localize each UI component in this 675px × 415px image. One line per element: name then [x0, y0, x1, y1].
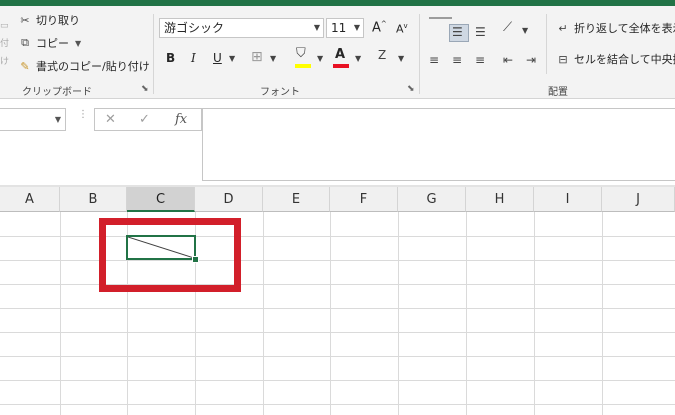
- grid-line: [60, 212, 61, 415]
- grid-line: [0, 332, 675, 333]
- paste-button-fragment[interactable]: ▭ 付け: [0, 17, 12, 67]
- merge-center-button[interactable]: ⊟ セルを結合して中央揃: [556, 51, 675, 67]
- group-divider: [419, 14, 420, 94]
- chevron-down-icon[interactable]: ▼: [75, 39, 81, 48]
- grip-icon[interactable]: ⋮: [78, 110, 88, 126]
- font-color-swatch: [333, 64, 349, 68]
- column-header-c[interactable]: C: [127, 187, 195, 212]
- orientation-icon[interactable]: ⟋: [503, 20, 512, 35]
- decrease-indent-icon[interactable]: ⇤: [503, 53, 513, 67]
- font-group-label: フォント: [260, 87, 300, 98]
- insert-function-icon[interactable]: fx: [175, 112, 187, 127]
- grid-line: [0, 380, 675, 381]
- cut-button[interactable]: ✂ 切り取り: [18, 12, 80, 28]
- font-color-button[interactable]: A: [335, 47, 345, 62]
- bold-button[interactable]: B: [166, 51, 175, 65]
- group-divider: [153, 14, 154, 94]
- copy-icon: ⧉: [21, 36, 29, 49]
- font-launcher-icon[interactable]: ⬊: [407, 84, 415, 94]
- grid-line: [534, 212, 535, 415]
- fill-color-button[interactable]: ⛉: [296, 46, 306, 61]
- grid-line: [0, 356, 675, 357]
- font-name-combo[interactable]: 游ゴシック ▼: [159, 18, 324, 38]
- chevron-down-icon[interactable]: ▼: [317, 54, 323, 63]
- copy-label: コピー: [36, 37, 69, 50]
- paste-icon: ▭: [0, 21, 9, 31]
- chevron-down-icon[interactable]: ▼: [522, 26, 528, 35]
- align-right-icon[interactable]: ≡: [475, 53, 485, 67]
- font-name-value: 游ゴシック: [164, 21, 225, 35]
- clipboard-group-label: クリップボード: [22, 87, 92, 98]
- clipboard-launcher-icon[interactable]: ⬊: [141, 84, 149, 94]
- increase-indent-icon[interactable]: ⇥: [526, 53, 536, 67]
- enter-icon[interactable]: ✓: [139, 112, 150, 127]
- phonetic-icon[interactable]: Z: [378, 48, 386, 62]
- column-header-d[interactable]: D: [195, 187, 263, 212]
- increase-font-size-button[interactable]: A^: [372, 20, 387, 35]
- chevron-down-icon[interactable]: ▼: [398, 54, 404, 63]
- font-size-combo[interactable]: 11 ▼: [326, 18, 364, 38]
- chevron-down-icon[interactable]: ▼: [354, 19, 360, 37]
- alignment-group-label: 配置: [548, 87, 568, 98]
- align-left-icon[interactable]: ≡: [429, 53, 439, 67]
- chevron-down-icon[interactable]: ▼: [229, 54, 235, 63]
- grid-line: [0, 404, 675, 405]
- grid-line: [602, 212, 603, 415]
- borders-icon[interactable]: ⊞: [251, 49, 263, 65]
- column-header-i[interactable]: I: [534, 187, 602, 212]
- ribbon: ▭ 付け ✂ 切り取り ⧉ コピー ▼ ✎ 書式のコピー/貼り付け クリップボー…: [0, 6, 675, 99]
- formula-input[interactable]: [202, 108, 675, 181]
- wrap-text-label: 折り返して全体を表示: [574, 22, 675, 35]
- name-box[interactable]: ▼: [0, 108, 66, 131]
- grid-line: [263, 212, 264, 415]
- decrease-font-icon: A: [396, 22, 404, 36]
- format-painter-label: 書式のコピー/貼り付け: [36, 60, 150, 73]
- cancel-icon[interactable]: ✕: [105, 112, 116, 127]
- chevron-down-icon[interactable]: ▼: [355, 54, 361, 63]
- highlight-box: [99, 218, 241, 292]
- grid-line: [330, 212, 331, 415]
- align-center-icon[interactable]: ≡: [452, 53, 462, 67]
- wrap-text-icon: ↵: [558, 21, 568, 35]
- column-header-g[interactable]: G: [398, 187, 466, 212]
- merge-center-label: セルを結合して中央揃: [574, 53, 675, 66]
- grid-line: [398, 212, 399, 415]
- chevron-down-icon[interactable]: ▼: [270, 54, 276, 63]
- column-header-e[interactable]: E: [263, 187, 330, 212]
- font-size-value: 11: [331, 21, 347, 35]
- format-painter-button[interactable]: ✎ 書式のコピー/貼り付け: [18, 58, 150, 74]
- column-header-a[interactable]: A: [0, 187, 60, 212]
- align-top-icon[interactable]: ⎺⎺: [429, 16, 452, 31]
- paint-bucket-icon: ⛉: [296, 46, 306, 61]
- formula-bar: ▼ ⋮ ✕ ✓ fx: [0, 99, 675, 185]
- copy-button[interactable]: ⧉ コピー ▼: [18, 35, 81, 51]
- chevron-down-icon[interactable]: ▼: [55, 115, 61, 124]
- increase-font-icon: A: [372, 20, 381, 36]
- paste-label: 付け: [0, 39, 10, 67]
- align-middle-icon: ☰: [452, 25, 463, 39]
- cut-label: 切り取り: [36, 14, 80, 27]
- italic-button[interactable]: I: [191, 51, 196, 65]
- grid-line: [466, 212, 467, 415]
- column-header-f[interactable]: F: [330, 187, 398, 212]
- fill-color-swatch: [295, 64, 311, 68]
- merge-cells-icon: ⊟: [558, 52, 568, 66]
- group-divider: [546, 14, 547, 74]
- formula-buttons: ✕ ✓ fx: [94, 108, 202, 131]
- column-header-h[interactable]: H: [466, 187, 534, 212]
- grid-line: [0, 308, 675, 309]
- align-bottom-icon[interactable]: ☰: [475, 25, 486, 39]
- column-header-j[interactable]: J: [602, 187, 675, 212]
- underline-button[interactable]: U: [213, 51, 222, 65]
- chevron-down-icon[interactable]: ▼: [314, 19, 320, 37]
- decrease-font-size-button[interactable]: Av: [396, 22, 408, 36]
- wrap-text-button[interactable]: ↵ 折り返して全体を表示: [556, 20, 675, 36]
- scissors-icon: ✂: [20, 13, 30, 27]
- paintbrush-icon: ✎: [20, 59, 30, 73]
- column-header-b[interactable]: B: [60, 187, 127, 212]
- font-color-icon: A: [335, 47, 346, 62]
